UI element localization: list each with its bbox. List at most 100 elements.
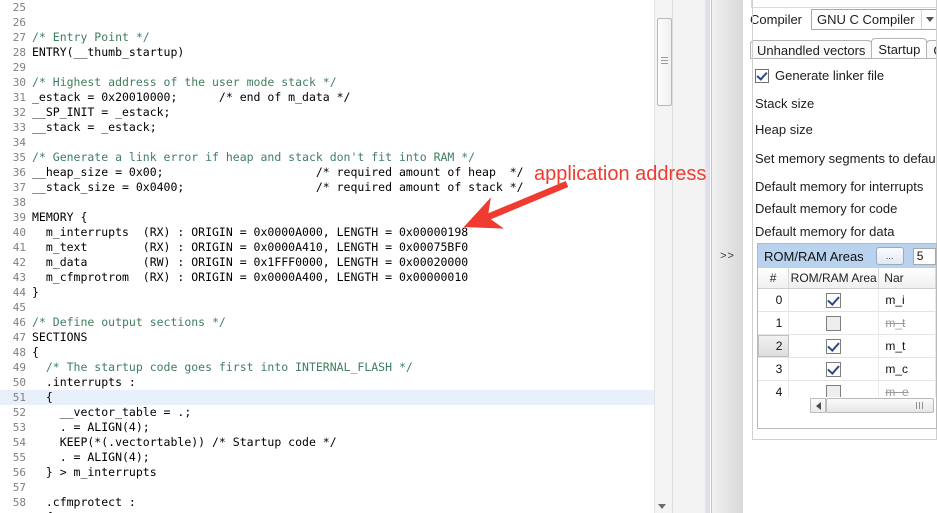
row-checkbox[interactable] (826, 338, 842, 354)
code-line-text: m_cfmprotrom (RX) : ORIGIN = 0x0000A400,… (32, 270, 469, 284)
line-number: 41 (12, 241, 26, 254)
code-line[interactable]: 47 SECTIONS (0, 330, 672, 345)
line-number: 58 (12, 496, 26, 509)
code-line-text: .interrupts : (32, 375, 136, 389)
code-line[interactable]: 53 . = ALIGN(4); (0, 420, 672, 435)
row-checkbox[interactable] (826, 292, 842, 308)
editor-vertical-scrollbar[interactable] (654, 0, 672, 513)
code-line[interactable]: 56 } > m_interrupts (0, 465, 672, 480)
row-checkbox-cell[interactable] (789, 358, 880, 380)
line-number: 44 (12, 286, 26, 299)
code-line-text: __stack = _estack; (32, 120, 157, 134)
code-line[interactable]: 26 (0, 15, 672, 30)
option-row[interactable]: Generate linker file (755, 66, 884, 85)
code-line[interactable]: 28 ENTRY(__thumb_startup) (0, 45, 672, 60)
row-index[interactable]: 3 (758, 358, 790, 380)
line-number: 36 (12, 166, 26, 179)
row-checkbox[interactable] (826, 315, 842, 331)
code-line-text: } (32, 285, 39, 299)
tab-ge[interactable]: Ge (926, 40, 937, 59)
column-header[interactable]: # (758, 268, 790, 288)
code-line[interactable]: 29 (0, 60, 672, 75)
code-line-text: .cfmprotect : (32, 495, 136, 509)
table-row[interactable]: 2 m_t (758, 335, 936, 358)
code-line[interactable]: 57 (0, 480, 672, 495)
code-line[interactable]: 33 __stack = _estack; (0, 120, 672, 135)
row-index[interactable]: 1 (758, 312, 790, 334)
row-checkbox-cell[interactable] (789, 335, 880, 357)
line-number: 55 (12, 451, 26, 464)
code-line-text: m_data (RW) : ORIGIN = 0x1FFF0000, LENGT… (32, 255, 469, 269)
code-line[interactable]: 46 /* Define output sections */ (0, 315, 672, 330)
row-checkbox-cell[interactable] (789, 312, 880, 334)
code-line[interactable]: 54 KEEP(*(.vectortable)) /* Startup code… (0, 435, 672, 450)
code-line-text: ENTRY(__thumb_startup) (32, 45, 185, 59)
compiler-dropdown-arrow-button[interactable] (920, 9, 937, 29)
code-line[interactable]: 49 /* The startup code goes first into I… (0, 360, 672, 375)
code-line[interactable]: 27 /* Entry Point */ (0, 30, 672, 45)
code-editor-pane[interactable]: 25 26 27 /* Entry Point */ 28 ENTRY(__thumb_s… (0, 0, 672, 513)
code-text-area[interactable]: 25 26 27 /* Entry Point */ 28 ENTRY(__thumb_s… (0, 0, 672, 513)
code-line[interactable]: 34 (0, 135, 672, 150)
triangle-left-icon (815, 401, 821, 410)
code-line[interactable]: 31 _estack = 0x20010000; /* end of m_data… (0, 90, 672, 105)
row-index[interactable]: 2 (758, 335, 790, 357)
code-line-text: SECTIONS (32, 330, 88, 344)
properties-tab-strip[interactable]: Unhandled vectorsStartupGe (750, 38, 937, 59)
line-number: 35 (12, 151, 26, 164)
rom-ram-count-field[interactable]: 5 (912, 247, 936, 265)
code-line[interactable]: 43 m_cfmprotrom (RX) : ORIGIN = 0x0000A4… (0, 270, 672, 285)
line-number: 29 (12, 61, 26, 74)
scrollbar-grip-icon (661, 57, 668, 64)
rom-ram-areas-table[interactable]: ROM/RAM Areas ... 5 # ROM/RAM Area Nar 0 m_… (757, 243, 937, 429)
option-label: Heap size (755, 122, 813, 137)
checkbox-generate-linker-file[interactable] (755, 68, 769, 83)
code-line[interactable]: 50 .interrupts : (0, 375, 672, 390)
column-header[interactable]: ROM/RAM Area (789, 268, 880, 288)
option-row: Stack size (755, 94, 814, 113)
table-row[interactable]: 0 m_i (758, 289, 936, 312)
code-line[interactable]: 25 (0, 0, 672, 15)
scroll-left-arrow-button[interactable] (810, 398, 826, 413)
line-number: 26 (12, 16, 26, 29)
rom-ram-ellipsis-button[interactable]: ... (875, 247, 904, 265)
row-name: m_c (879, 358, 936, 380)
sash-edge-divider (705, 0, 709, 513)
code-line[interactable]: 44} (0, 285, 672, 300)
compiler-label: Compiler (750, 11, 803, 27)
compiler-dropdown[interactable]: GNU C Compiler (811, 8, 937, 30)
editor-scrollbar-thumb[interactable] (657, 18, 672, 106)
code-line[interactable]: 45 (0, 300, 672, 315)
scroll-down-arrow-icon[interactable] (658, 504, 666, 509)
column-header[interactable]: Nar (879, 268, 936, 288)
row-index[interactable]: 0 (758, 289, 790, 311)
code-line[interactable]: 38 (0, 195, 672, 210)
code-line[interactable]: 48 { (0, 345, 672, 360)
row-checkbox[interactable] (826, 361, 842, 377)
code-line[interactable]: 51 { (0, 390, 672, 405)
code-line[interactable]: 55 . = ALIGN(4); (0, 450, 672, 465)
option-label: Set memory segments to defau (755, 151, 936, 166)
code-line[interactable]: 52 __vector_table = .; (0, 405, 672, 420)
code-line-text: _estack = 0x20010000; /* end of m_data *… (32, 90, 351, 104)
code-line-text: __SP_INIT = _estack; (32, 105, 171, 119)
code-line[interactable]: 30 /* Highest address of the user mode st… (0, 75, 672, 90)
rom-ram-hscroll-thumb[interactable] (826, 398, 934, 413)
code-line[interactable]: 40 m_interrupts (RX) : ORIGIN = 0x0000A0… (0, 225, 672, 240)
code-line[interactable]: 42 m_data (RW) : ORIGIN = 0x1FFF0000, LE… (0, 255, 672, 270)
code-line-text: /* The startup code goes first into INTE… (32, 360, 413, 374)
expand-panel-button[interactable]: >> (711, 0, 744, 513)
table-row[interactable]: 3 m_c (758, 358, 936, 381)
code-line[interactable]: 39 MEMORY { (0, 210, 672, 225)
tab-unhandled-vectors[interactable]: Unhandled vectors (750, 40, 873, 59)
line-number: 53 (12, 421, 26, 434)
tab-startup[interactable]: Startup (871, 38, 928, 59)
code-line[interactable]: 32 __SP_INIT = _estack; (0, 105, 672, 120)
code-line[interactable]: 58 .cfmprotect : (0, 495, 672, 510)
line-number: 31 (12, 91, 26, 104)
line-number: 32 (12, 106, 26, 119)
code-line[interactable]: 41 m_text (RX) : ORIGIN = 0x0000A410, LE… (0, 240, 672, 255)
row-checkbox-cell[interactable] (789, 289, 880, 311)
rom-ram-horizontal-scrollbar[interactable] (758, 397, 936, 414)
table-row[interactable]: 1 m_t (758, 312, 936, 335)
